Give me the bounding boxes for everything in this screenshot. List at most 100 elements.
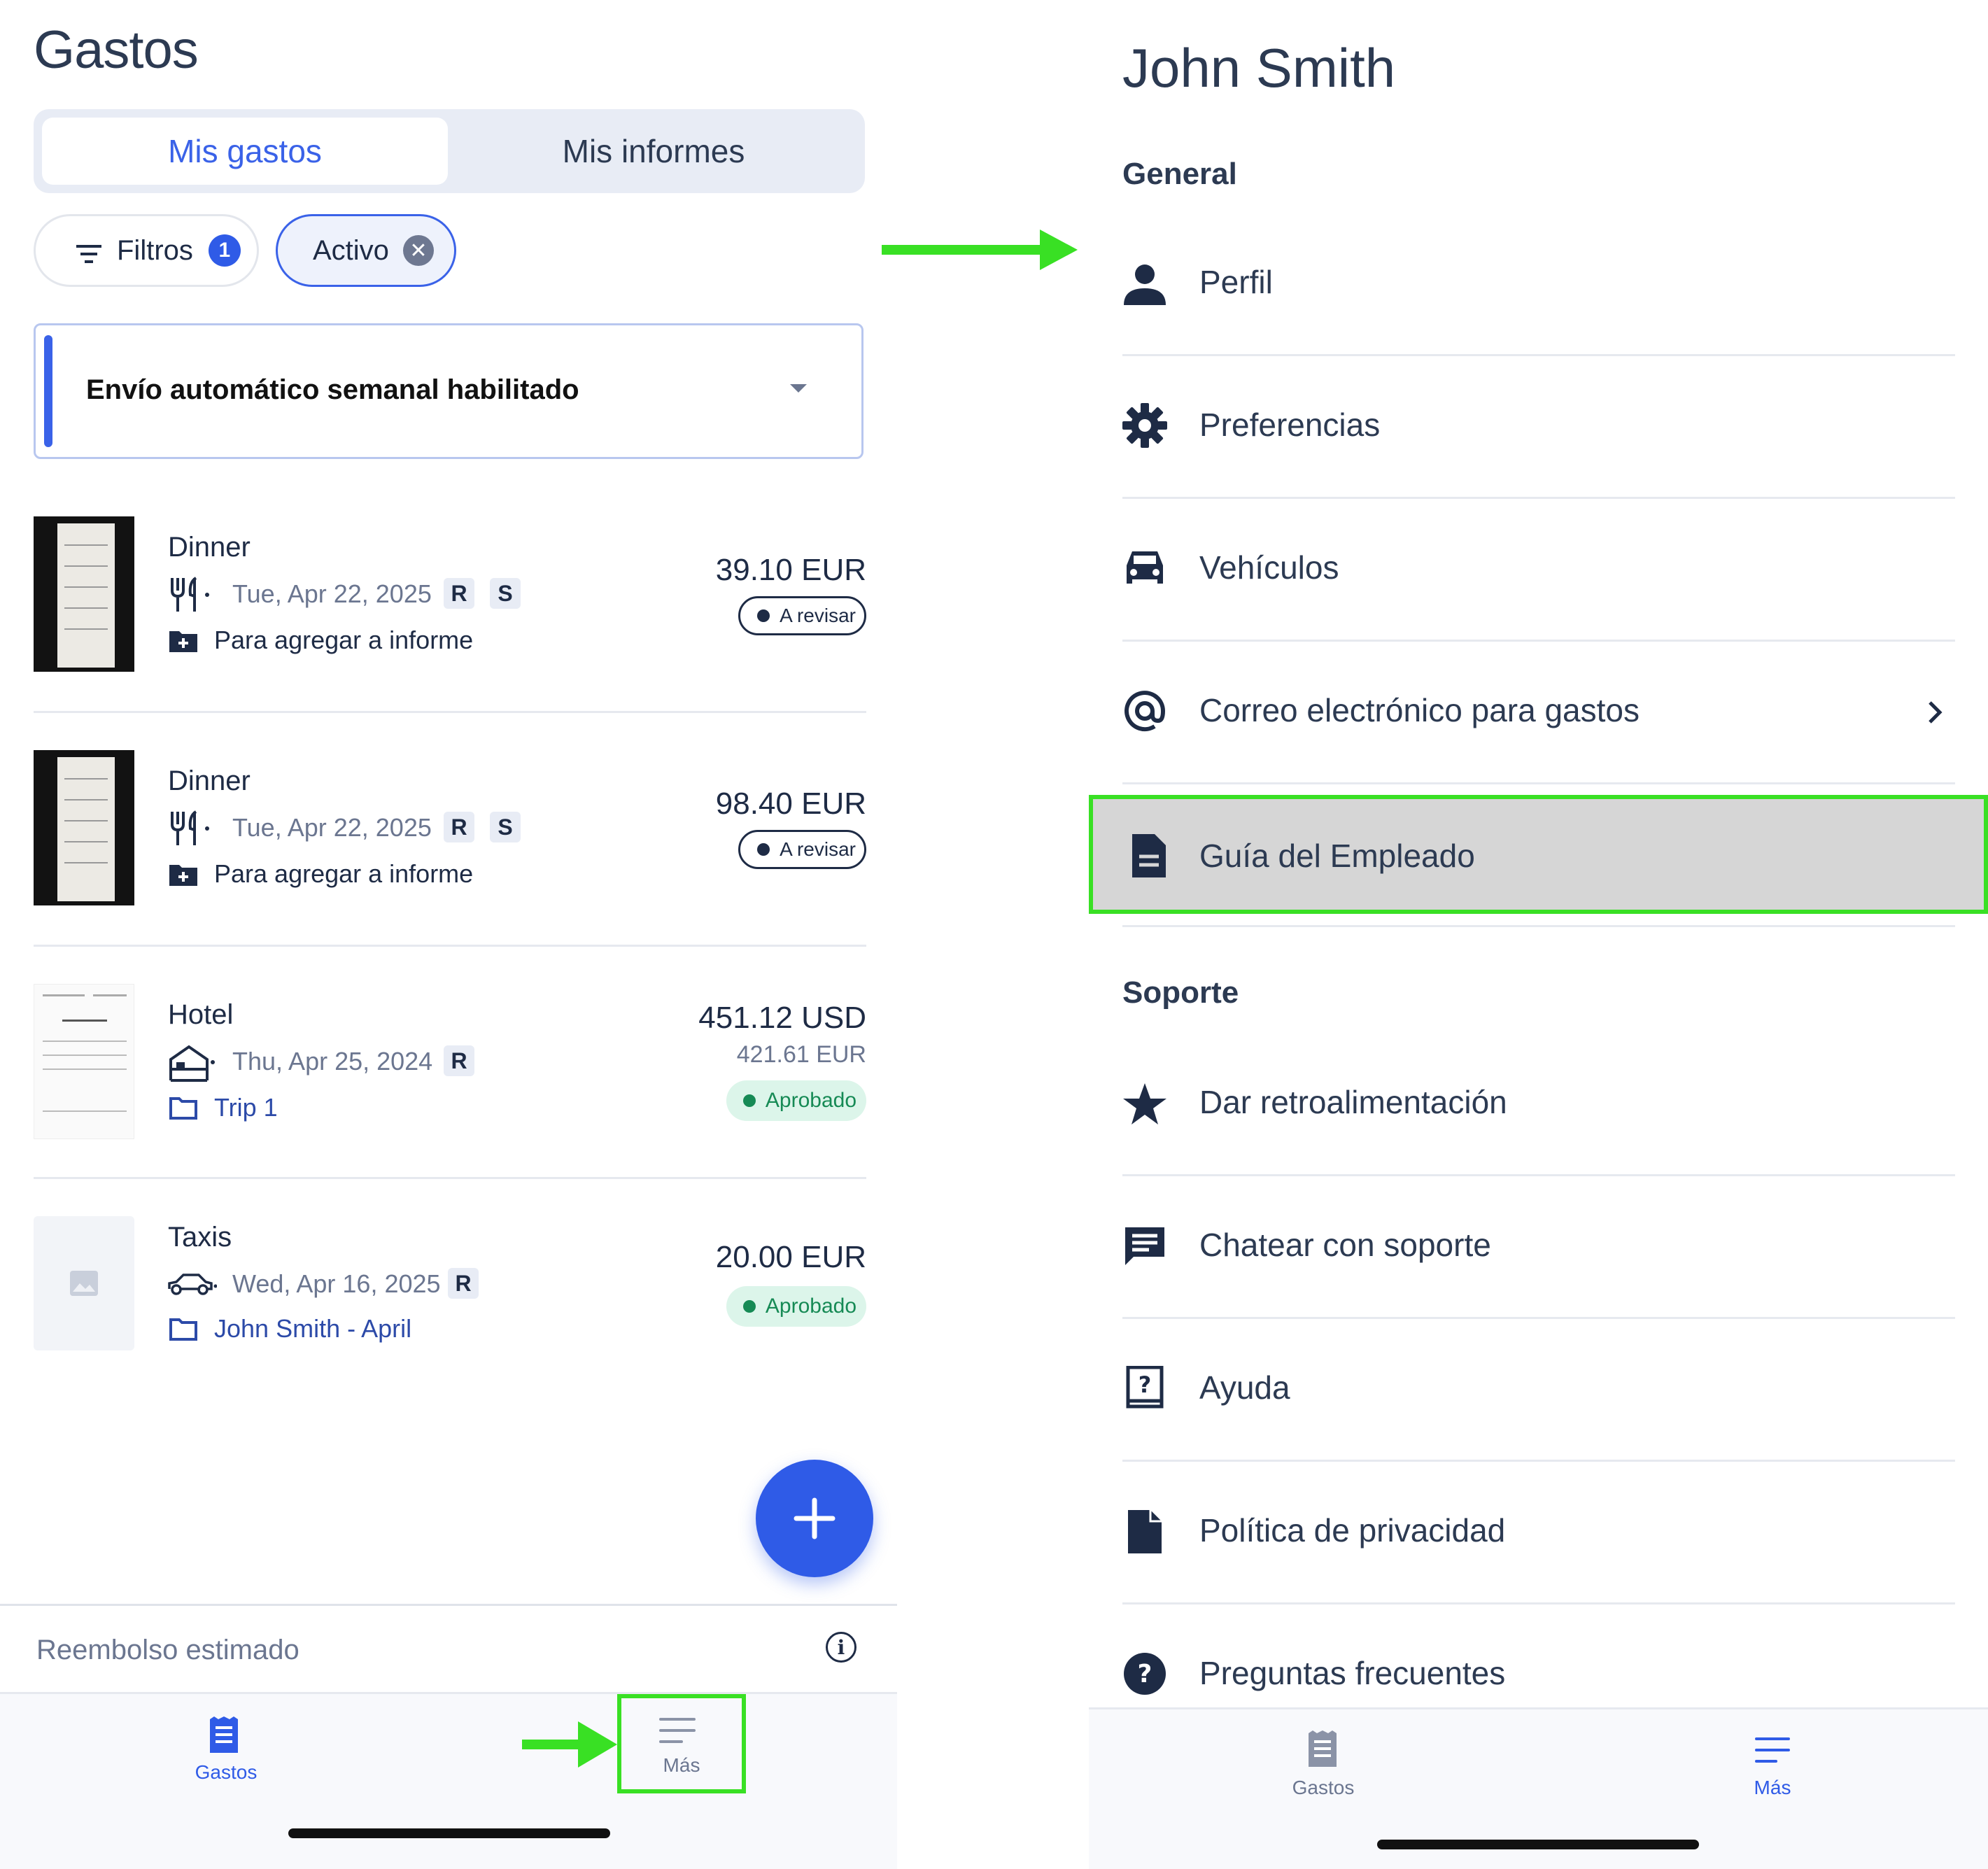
menu-item-guia-empleado[interactable]: Guía del Empleado bbox=[1089, 795, 1988, 914]
car-icon bbox=[167, 1269, 218, 1301]
gear-icon bbox=[1122, 403, 1167, 448]
menu-item-retroalimentacion[interactable]: Dar retroalimentación bbox=[1122, 1036, 1955, 1176]
menu-label: Perfil bbox=[1199, 264, 1273, 300]
tab-mas[interactable]: Más bbox=[1713, 1719, 1832, 1803]
expense-tags: R S bbox=[444, 578, 521, 609]
file-icon bbox=[1128, 1510, 1162, 1553]
folder-add-icon bbox=[169, 862, 197, 889]
menu-label: Política de privacidad bbox=[1199, 1512, 1506, 1549]
chevron-right-icon bbox=[1929, 701, 1943, 724]
close-icon[interactable]: ✕ bbox=[402, 235, 434, 266]
help-book-icon: ? bbox=[1126, 1366, 1164, 1409]
active-filter-chip[interactable]: Activo ✕ bbox=[276, 214, 456, 287]
expense-amount: 98.40 EUR bbox=[715, 787, 866, 821]
tag-s: S bbox=[490, 812, 521, 842]
menu-icon bbox=[659, 1718, 696, 1743]
at-sign-icon bbox=[1125, 691, 1166, 732]
tag-r: R bbox=[444, 1045, 474, 1076]
menu-label: Preferencias bbox=[1199, 407, 1381, 443]
menu-item-vehiculos[interactable]: Vehículos bbox=[1122, 501, 1955, 641]
tab-mis-gastos[interactable]: Mis gastos bbox=[42, 118, 448, 185]
more-screen: John Smith General Perfil Preferencias V… bbox=[1089, 0, 1988, 1869]
menu-icon bbox=[1755, 1737, 1790, 1763]
auto-submit-banner[interactable]: Envío automático semanal habilitado bbox=[34, 323, 863, 459]
menu-label: Dar retroalimentación bbox=[1199, 1084, 1507, 1120]
tab-gastos-label: Gastos bbox=[1292, 1777, 1355, 1798]
banner-text: Envío automático semanal habilitado bbox=[86, 374, 579, 405]
expense-date: Tue, Apr 22, 2025 bbox=[232, 813, 432, 842]
list-item[interactable]: Dinner Tue, Apr 22, 2025 R S Para agrega… bbox=[34, 750, 866, 946]
folder-add-icon bbox=[169, 628, 197, 656]
menu-label: Correo electrónico para gastos bbox=[1199, 692, 1640, 728]
divider bbox=[1122, 1602, 1955, 1604]
divider bbox=[34, 711, 866, 713]
status-label: A revisar bbox=[780, 838, 856, 860]
image-placeholder bbox=[34, 1216, 134, 1350]
home-indicator bbox=[1377, 1840, 1699, 1849]
menu-item-chat-soporte[interactable]: Chatear con soporte bbox=[1122, 1178, 1955, 1318]
menu-label: Chatear con soporte bbox=[1199, 1227, 1491, 1263]
expense-tags: R S bbox=[444, 812, 521, 842]
segmented-control: Mis gastos Mis informes bbox=[34, 109, 865, 193]
expense-title: Hotel bbox=[168, 999, 234, 1030]
list-item[interactable]: Hotel Thu, Apr 25, 2024 R Trip 1 451.12 … bbox=[34, 984, 866, 1180]
info-icon[interactable]: i bbox=[826, 1632, 856, 1663]
divider bbox=[0, 1604, 897, 1606]
arrow-right-icon bbox=[578, 1721, 617, 1768]
svg-text:?: ? bbox=[1138, 1660, 1152, 1688]
list-item[interactable]: Dinner Tue, Apr 22, 2025 R S Para agrega… bbox=[34, 516, 866, 712]
chevron-down-icon[interactable] bbox=[789, 383, 808, 399]
filters-button[interactable]: Filtros 1 bbox=[34, 214, 259, 287]
expense-folder: Para agregar a informe bbox=[214, 626, 474, 654]
arrow-right-icon bbox=[1040, 230, 1078, 270]
status-badge: Aprobado bbox=[726, 1286, 866, 1327]
divider bbox=[1122, 782, 1955, 784]
expense-date: Wed, Apr 16, 2025 bbox=[232, 1269, 441, 1298]
image-icon bbox=[70, 1271, 98, 1299]
tab-gastos-label: Gastos bbox=[195, 1761, 258, 1783]
tab-mas-label: Más bbox=[1754, 1777, 1791, 1798]
menu-item-privacidad[interactable]: Política de privacidad bbox=[1122, 1464, 1955, 1604]
tab-mas-label: Más bbox=[663, 1754, 700, 1776]
filters-label: Filtros bbox=[117, 234, 193, 266]
tab-gastos[interactable]: Gastos bbox=[1264, 1719, 1383, 1803]
receipt-thumbnail bbox=[34, 750, 134, 905]
expense-title: Taxis bbox=[168, 1222, 232, 1253]
menu-item-perfil[interactable]: Perfil bbox=[1122, 216, 1955, 355]
expense-folder: Para agregar a informe bbox=[214, 859, 474, 888]
add-expense-button[interactable] bbox=[756, 1460, 873, 1577]
chat-icon bbox=[1125, 1227, 1164, 1265]
status-badge: A revisar bbox=[738, 830, 866, 869]
divider bbox=[1122, 1317, 1955, 1319]
status-label: Aprobado bbox=[765, 1295, 856, 1318]
menu-item-ayuda[interactable]: ? Ayuda bbox=[1122, 1321, 1955, 1461]
expense-amount: 39.10 EUR bbox=[715, 553, 866, 587]
tab-bar: Gastos Más bbox=[0, 1692, 897, 1869]
expense-folder: John Smith - April bbox=[214, 1314, 412, 1343]
hotel-icon bbox=[168, 1041, 216, 1085]
section-soporte: Soporte bbox=[1122, 975, 1239, 1010]
tab-mas-highlight[interactable]: Más bbox=[617, 1694, 746, 1793]
user-name: John Smith bbox=[1122, 37, 1396, 99]
filter-icon bbox=[75, 240, 103, 263]
expense-title: Dinner bbox=[168, 532, 251, 563]
folder-icon bbox=[169, 1096, 197, 1123]
tab-bar: Gastos Más bbox=[1089, 1707, 1988, 1869]
svg-text:?: ? bbox=[1138, 1371, 1152, 1398]
menu-label: Vehículos bbox=[1199, 549, 1339, 586]
divider bbox=[34, 1177, 866, 1179]
filters-count-badge: 1 bbox=[208, 234, 241, 267]
list-item[interactable]: Taxis Wed, Apr 16, 2025 R John Smith - A… bbox=[34, 1216, 866, 1370]
tab-mis-informes[interactable]: Mis informes bbox=[451, 118, 856, 185]
expense-folder: Trip 1 bbox=[214, 1093, 278, 1122]
plus-icon bbox=[794, 1497, 836, 1539]
status-dot bbox=[742, 1300, 756, 1313]
tab-gastos[interactable]: Gastos bbox=[167, 1704, 285, 1788]
menu-item-preferencias[interactable]: Preferencias bbox=[1122, 358, 1955, 498]
receipt-icon bbox=[210, 1716, 238, 1753]
menu-item-correo[interactable]: Correo electrónico para gastos bbox=[1122, 644, 1955, 784]
active-chip-label: Activo bbox=[313, 234, 389, 266]
status-label: Aprobado bbox=[765, 1089, 856, 1112]
expense-date: Thu, Apr 25, 2024 bbox=[232, 1047, 433, 1075]
expense-amount-converted: 421.61 EUR bbox=[736, 1041, 866, 1068]
